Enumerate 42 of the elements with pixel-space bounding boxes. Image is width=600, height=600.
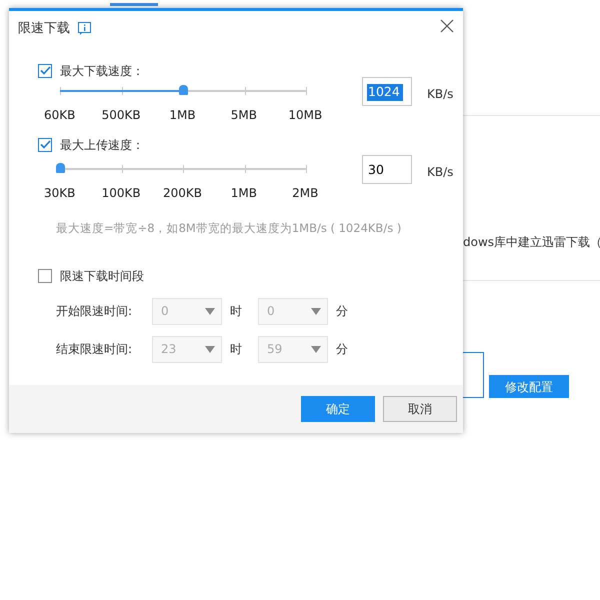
unit-label: 分 — [336, 341, 348, 358]
caret-icon — [311, 346, 321, 353]
modify-config-button[interactable]: 修改配置 — [489, 375, 569, 398]
checkbox-label: 最大上传速度： — [60, 136, 144, 154]
speed-input[interactable]: 1024 — [362, 76, 412, 106]
cancel-button[interactable]: 取消 — [383, 396, 457, 422]
background-text: dows库中建立迅雷下载（ — [463, 234, 600, 251]
info-icon[interactable] — [78, 22, 91, 36]
dialog-title: 限速下载 — [18, 20, 70, 38]
caret-icon — [205, 346, 215, 353]
tick-label: 1MB — [168, 106, 197, 124]
checkbox[interactable] — [38, 268, 52, 283]
caret-icon — [205, 308, 215, 315]
checkbox-label: 限速下载时间段 — [60, 268, 144, 285]
unit-label: 分 — [336, 303, 348, 320]
speed-input[interactable]: 30 — [362, 154, 412, 184]
tick-label: 5MB — [230, 106, 258, 124]
tick-label: 100KB — [100, 184, 142, 202]
unit-label: 时 — [230, 303, 243, 320]
caret-icon — [311, 308, 321, 315]
hint-text: 最大速度=带宽÷8，如8M带宽的最大速度为1MB/s ( 1024KB/s ) — [56, 220, 402, 236]
ok-button[interactable]: 确定 — [301, 396, 375, 422]
tick-label: 10MB — [287, 106, 324, 124]
slider-thumb[interactable] — [179, 84, 188, 94]
unit-label: KB/s — [427, 164, 454, 180]
checkbox-label: 最大下载速度： — [60, 62, 144, 80]
unit-label: KB/s — [427, 86, 454, 102]
tick-label: 2MB — [291, 184, 320, 202]
unit-label: 时 — [230, 341, 243, 358]
tick-label: 60KB — [43, 106, 76, 124]
tick-label: 30KB — [43, 184, 76, 202]
tick-label: 1MB — [230, 184, 258, 202]
checkbox[interactable] — [38, 138, 52, 152]
time-label: 结束限速时间: — [56, 341, 134, 358]
checkbox[interactable] — [38, 64, 52, 78]
tab-indicator — [110, 3, 158, 6]
slider-track[interactable] — [60, 84, 306, 96]
tick-label: 200KB — [162, 184, 203, 202]
slider-thumb[interactable] — [56, 162, 65, 172]
close-button[interactable] — [440, 19, 454, 33]
time-label: 开始限速时间: — [56, 303, 134, 320]
tick-label: 500KB — [100, 106, 142, 124]
